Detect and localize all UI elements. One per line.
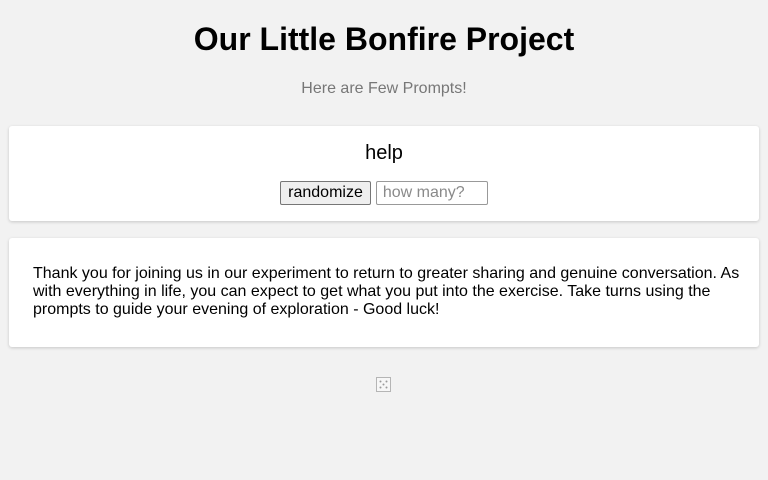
dice-icon[interactable] [376,377,391,392]
page-title: Our Little Bonfire Project [193,21,575,57]
how-many-input[interactable] [375,181,488,205]
page-subtitle: Here are Few Prompts! [301,80,467,97]
randomize-button[interactable]: randomize [280,181,371,205]
prompt-text: help [365,142,403,164]
intro-text: Thank you for joining us in our experime… [33,265,740,318]
prompt-controls: randomize [0,181,768,205]
